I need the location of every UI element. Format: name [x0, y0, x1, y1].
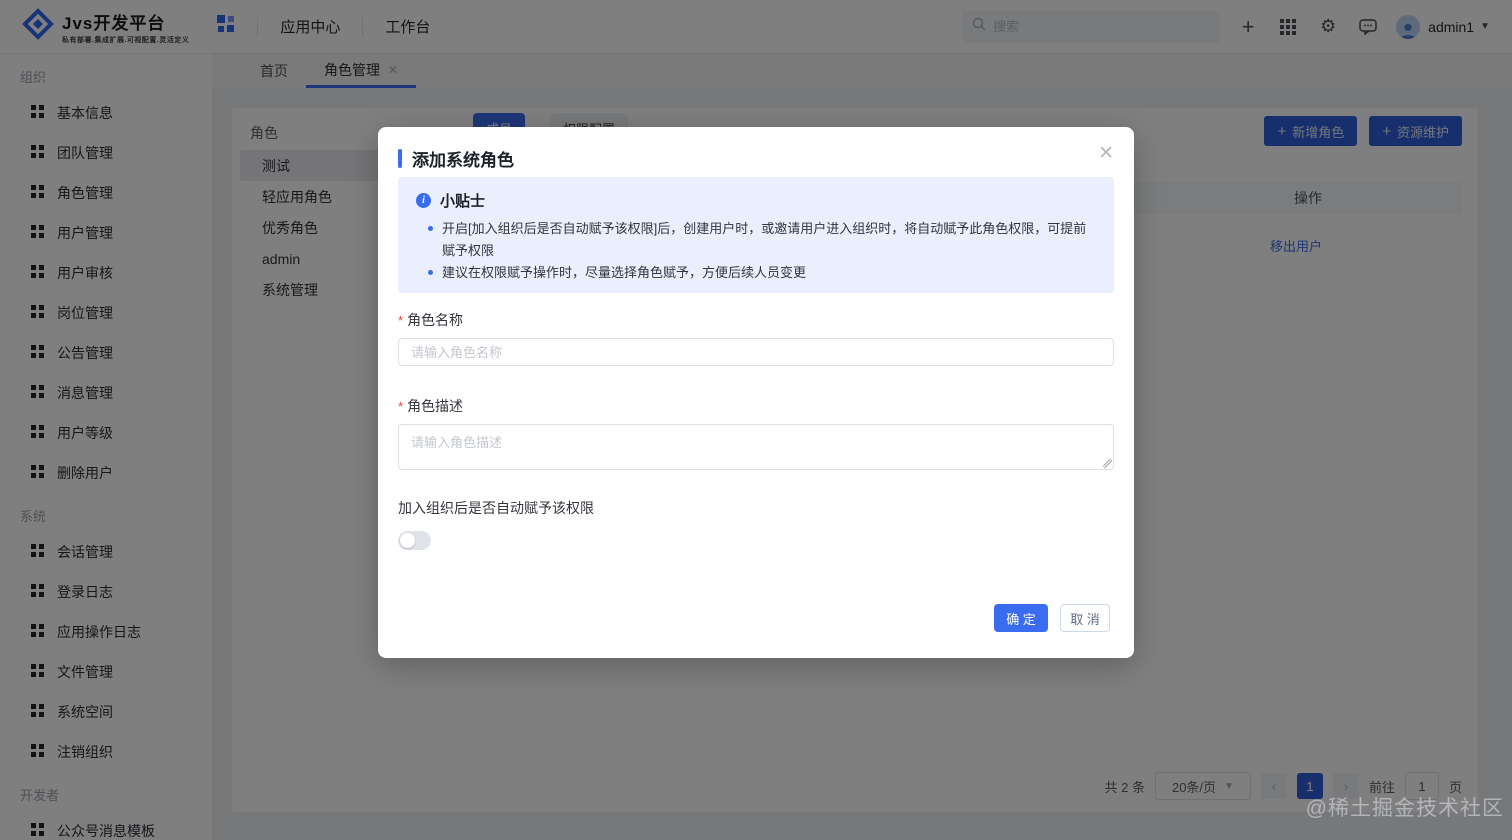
tip-bullet-list: 开启[加入组织后是否自动赋予该权限]后，创建用户时，或邀请用户进入组织时，将自动…	[416, 218, 1096, 284]
role-desc-textarea[interactable]	[398, 424, 1114, 470]
tip-bullet-text: 建议在权限赋予操作时，尽量选择角色赋予，方便后续人员变更	[442, 262, 806, 284]
close-icon[interactable]: ✕	[1098, 142, 1114, 165]
title-accent-bar	[398, 149, 402, 168]
site-watermark: @稀土掘金技术社区	[1306, 792, 1504, 822]
confirm-button[interactable]: 确 定	[994, 604, 1048, 632]
tip-bullet-text: 开启[加入组织后是否自动赋予该权限]后，创建用户时，或邀请用户进入组织时，将自动…	[442, 218, 1096, 262]
toggle-knob	[400, 533, 415, 548]
modal-title: 添加系统角色	[412, 146, 514, 171]
bullet-dot-icon	[428, 226, 433, 231]
required-mark: *	[398, 399, 403, 414]
required-mark: *	[398, 313, 403, 328]
role-desc-label-text: 角色描述	[407, 398, 463, 414]
tip-bullet: 建议在权限赋予操作时，尽量选择角色赋予，方便后续人员变更	[428, 262, 1096, 284]
add-system-role-modal: 添加系统角色 ✕ i 小贴士 开启[加入组织后是否自动赋予该权限]后，创建用户时…	[378, 127, 1134, 658]
role-name-label-text: 角色名称	[407, 312, 463, 328]
tip-title: 小贴士	[440, 190, 485, 211]
tip-box: i 小贴士 开启[加入组织后是否自动赋予该权限]后，创建用户时，或邀请用户进入组…	[398, 177, 1114, 293]
tip-bullet: 开启[加入组织后是否自动赋予该权限]后，创建用户时，或邀请用户进入组织时，将自动…	[428, 218, 1096, 262]
info-icon: i	[416, 193, 431, 208]
role-name-input[interactable]	[398, 338, 1114, 366]
auto-grant-toggle[interactable]	[398, 531, 431, 550]
auto-grant-label: 加入组织后是否自动赋予该权限	[398, 498, 594, 518]
cancel-button[interactable]: 取 消	[1060, 604, 1110, 632]
role-name-label: * 角色名称	[398, 310, 463, 330]
textarea-resize-handle[interactable]	[1103, 459, 1112, 468]
bullet-dot-icon	[428, 270, 433, 275]
role-desc-label: * 角色描述	[398, 396, 463, 416]
